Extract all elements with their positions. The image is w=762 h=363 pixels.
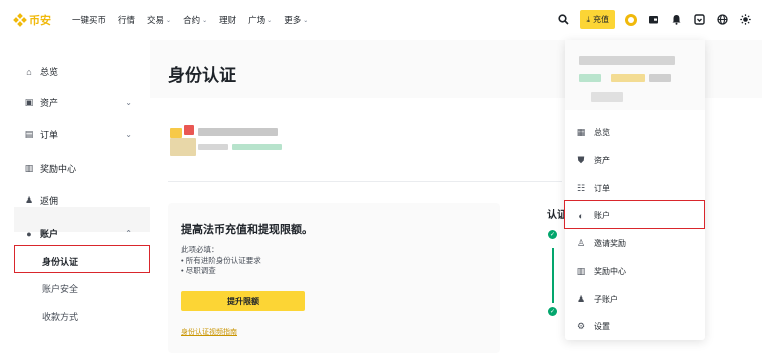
chevron-down-icon: ⌄ bbox=[202, 17, 208, 24]
main-nav: 一键买币 行情 交易 ⌄ 合约 ⌄ 理财 广场 ⌄ 更多 ⌄ bbox=[72, 14, 320, 26]
rewards-icon: ▥ bbox=[24, 163, 34, 173]
subaccount-icon: ♟ bbox=[576, 294, 586, 304]
bell-icon[interactable] bbox=[670, 13, 683, 26]
dropdown-item-invite[interactable]: ♙ 邀请奖励 bbox=[576, 238, 626, 249]
search-icon[interactable] bbox=[557, 13, 570, 26]
dropdown-item-assets[interactable]: ⛊ 资产 bbox=[576, 155, 610, 166]
deposit-icon: ⤓ bbox=[586, 14, 590, 24]
highlight-box-account bbox=[564, 200, 705, 229]
video-guide-link[interactable]: 身份认证视频指南 bbox=[181, 327, 237, 337]
wallet-icon: ▣ bbox=[24, 97, 34, 107]
globe-icon[interactable] bbox=[716, 13, 729, 26]
download-icon[interactable] bbox=[693, 13, 706, 26]
raise-limit-button[interactable]: 提升限额 bbox=[181, 291, 305, 311]
sidebar-item-assets[interactable]: ▣ 资产 ⌄ bbox=[24, 96, 132, 109]
check-icon: ✓ bbox=[548, 230, 557, 239]
nav-trade[interactable]: 交易 ⌄ bbox=[147, 14, 171, 26]
binance-logo-icon bbox=[13, 13, 27, 27]
header-tools: ⤓ 充值 bbox=[557, 10, 752, 29]
nav-earn[interactable]: 理财 bbox=[219, 14, 236, 26]
sidebar-item-referral[interactable]: ♟ 返佣 bbox=[24, 194, 58, 207]
dropdown-item-subaccount[interactable]: ♟ 子账户 bbox=[576, 294, 618, 305]
required-label: 此项必填： bbox=[181, 245, 219, 254]
binance-logo[interactable]: 币安 bbox=[13, 12, 51, 28]
requirement-item: • 尽职调查 bbox=[181, 266, 216, 275]
nav-markets[interactable]: 行情 bbox=[118, 14, 135, 26]
referral-icon: ♟ bbox=[24, 195, 34, 205]
chevron-down-icon: ⌄ bbox=[303, 17, 309, 24]
chevron-down-icon: ⌄ bbox=[125, 130, 132, 139]
nav-square[interactable]: 广场 ⌄ bbox=[248, 14, 272, 26]
sidebar-subitem-payment[interactable]: 收款方式 bbox=[42, 310, 78, 323]
chevron-down-icon: ⌄ bbox=[166, 17, 172, 24]
rewards-icon: ▥ bbox=[576, 266, 586, 276]
theme-icon[interactable] bbox=[739, 13, 752, 26]
top-navigation-bar: 币安 一键买币 行情 交易 ⌄ 合约 ⌄ 理财 广场 ⌄ 更多 ⌄ ⤓ 充值 bbox=[0, 0, 762, 40]
check-icon: ✓ bbox=[548, 307, 557, 316]
chevron-down-icon: ⌄ bbox=[267, 17, 273, 24]
dropdown-item-rewards[interactable]: ▥ 奖励中心 bbox=[576, 266, 626, 277]
sidebar-item-account[interactable]: ● 账户 ⌃ bbox=[24, 227, 132, 240]
wallet-icon[interactable] bbox=[647, 13, 660, 26]
page-header-band-right bbox=[705, 40, 762, 98]
chevron-down-icon: ⌄ bbox=[125, 98, 132, 107]
page-title: 身份认证 bbox=[168, 66, 236, 85]
dropdown-user-header bbox=[565, 40, 705, 110]
home-icon: ⌂ bbox=[26, 66, 32, 77]
list-icon: ☷ bbox=[576, 183, 586, 193]
chevron-up-icon: ⌃ bbox=[125, 229, 132, 238]
section-divider bbox=[168, 181, 562, 182]
sidebar-subitem-security[interactable]: 账户安全 bbox=[42, 282, 78, 295]
nav-futures[interactable]: 合约 ⌄ bbox=[183, 14, 207, 26]
dropdown-item-settings[interactable]: ⚙ 设置 bbox=[576, 321, 610, 332]
nav-quick-buy[interactable]: 一键买币 bbox=[72, 14, 106, 26]
user-icon[interactable] bbox=[625, 13, 637, 26]
dashboard-icon: ▦ bbox=[576, 127, 586, 137]
logo-text: 币安 bbox=[29, 15, 51, 27]
dropdown-item-overview[interactable]: ▦ 总览 bbox=[576, 127, 610, 138]
sidebar-item-overview[interactable]: ⌂ 总览 bbox=[24, 65, 58, 78]
sidebar-item-rewards[interactable]: ▥ 奖励中心 bbox=[24, 162, 76, 175]
settings-icon: ⚙ bbox=[576, 321, 586, 331]
nav-more[interactable]: 更多 ⌄ bbox=[284, 14, 308, 26]
limit-card-title: 提高法币充值和提现限额。 bbox=[181, 224, 313, 236]
deposit-button[interactable]: ⤓ 充值 bbox=[580, 10, 615, 29]
dropdown-item-orders[interactable]: ☷ 订单 bbox=[576, 183, 610, 194]
progress-line bbox=[552, 248, 554, 303]
person-icon: ● bbox=[26, 228, 32, 239]
invite-icon: ♙ bbox=[576, 238, 586, 248]
order-icon: ▤ bbox=[24, 129, 34, 139]
shield-icon: ⛊ bbox=[577, 155, 585, 165]
highlight-box-identity bbox=[14, 245, 150, 273]
sidebar-item-orders[interactable]: ▤ 订单 ⌄ bbox=[24, 128, 132, 141]
